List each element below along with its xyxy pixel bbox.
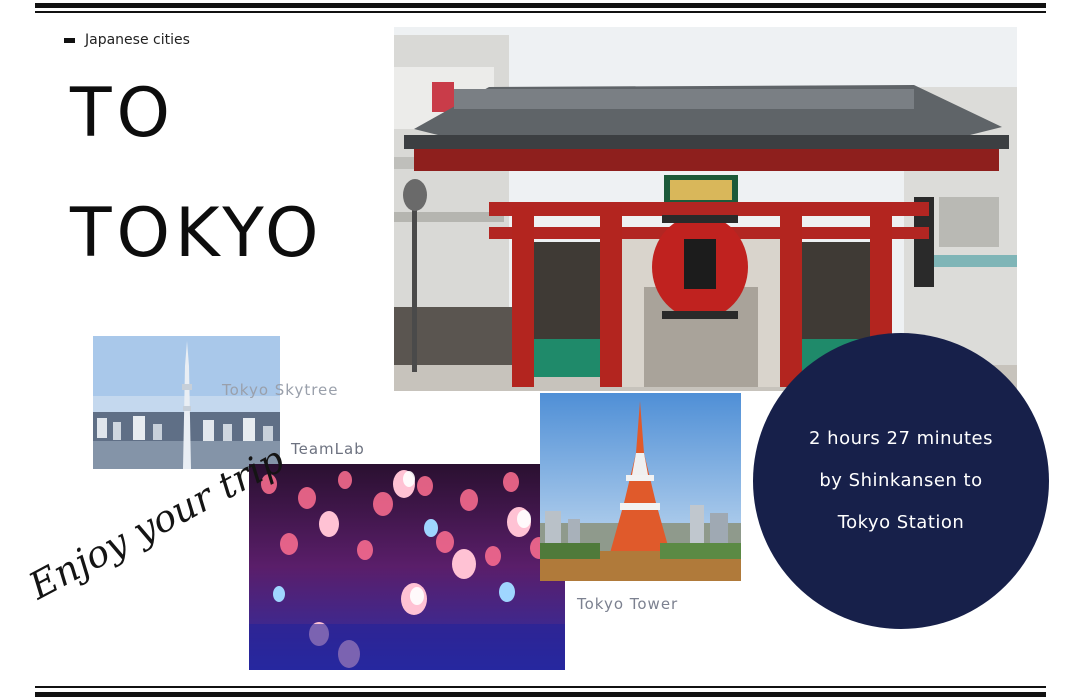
category-label: Japanese cities [64, 32, 190, 48]
headline-line-1: TO [70, 74, 176, 153]
teamlab-caption: TeamLab [291, 440, 365, 458]
top-rule-thin [35, 11, 1046, 13]
travel-time-line-1: 2 hours 27 minutes [809, 428, 993, 449]
dash-mark [64, 37, 75, 43]
travel-time-line-2: by Shinkansen to [819, 470, 983, 491]
travel-time-line-3: Tokyo Station [837, 512, 965, 533]
tokyo-skytree-caption: Tokyo Skytree [222, 381, 339, 399]
top-rule-thick [35, 3, 1046, 8]
tokyo-tower-caption: Tokyo Tower [577, 595, 679, 613]
teamlab-photo [249, 464, 565, 670]
category-text: Japanese cities [85, 32, 190, 48]
travel-time-circle: 2 hours 27 minutes by Shinkansen to Toky… [753, 333, 1049, 629]
bottom-rule-thin [35, 686, 1046, 688]
tokyo-tower-photo [540, 393, 741, 581]
headline-line-2: TOKYO [70, 194, 324, 273]
bottom-rule-thick [35, 692, 1046, 697]
